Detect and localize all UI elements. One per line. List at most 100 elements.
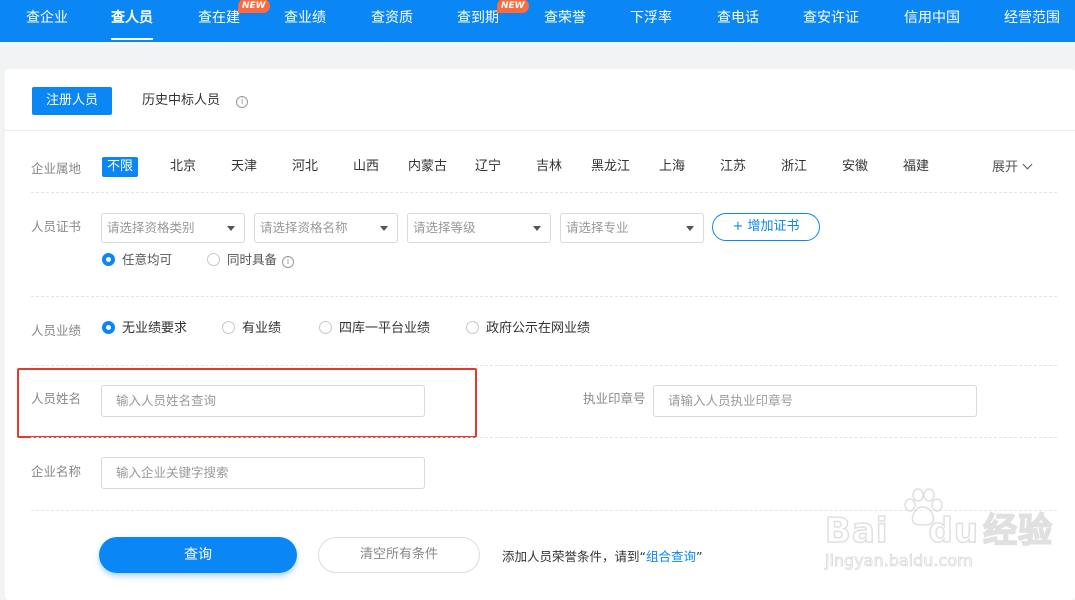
- caret-down-icon: [533, 226, 541, 231]
- nav-label: 下浮率: [630, 10, 672, 26]
- tab-historical-winners[interactable]: 历史中标人员 i: [142, 87, 249, 115]
- caret-down-icon: [227, 226, 235, 231]
- radio-no-performance[interactable]: 无业绩要求: [102, 321, 187, 337]
- clear-all-button[interactable]: 清空所有条件: [318, 537, 480, 573]
- nav-item-safety-license[interactable]: 查安许证: [803, 0, 859, 42]
- radio-has-performance[interactable]: 有业绩: [222, 321, 281, 337]
- radio-dot: [102, 321, 115, 334]
- region-option[interactable]: 北京: [170, 157, 196, 177]
- nav-item-qualification[interactable]: 查资质: [371, 0, 413, 42]
- cert-major-select[interactable]: 请选择专业: [560, 213, 704, 243]
- seal-number-input[interactable]: 请输入人员执业印章号: [653, 385, 977, 417]
- radio-dot: [207, 253, 220, 266]
- tab-registered-personnel[interactable]: 注册人员: [32, 87, 112, 115]
- company-name-label: 企业名称: [31, 464, 82, 479]
- divider: [31, 192, 1057, 193]
- nav-label: 查资质: [371, 10, 413, 26]
- select-placeholder: 请选择资格类别: [107, 220, 195, 235]
- chevron-down-icon: [1022, 159, 1033, 170]
- nav-label: 经营范围: [1004, 10, 1060, 26]
- nav-item-phone[interactable]: 查电话: [717, 0, 759, 42]
- nav-item-discount-rate[interactable]: 下浮率: [630, 0, 672, 42]
- region-option[interactable]: 黑龙江: [591, 157, 630, 177]
- region-option[interactable]: 天津: [231, 157, 257, 177]
- new-badge: NEW: [238, 0, 270, 13]
- input-placeholder: 输入企业关键字搜索: [116, 465, 229, 480]
- nav-label: 查安许证: [803, 10, 859, 26]
- nav-item-under-construction[interactable]: 查在建 NEW: [198, 0, 270, 42]
- nav-item-personnel[interactable]: 查人员: [111, 0, 153, 42]
- tab-bar: 注册人员 历史中标人员 i: [5, 69, 1075, 131]
- radio-label: 政府公示在网业绩: [486, 321, 591, 336]
- expand-label: 展开: [992, 160, 1019, 175]
- radio-four-libraries[interactable]: 四库一平台业绩: [319, 321, 430, 337]
- radio-government-public[interactable]: 政府公示在网业绩: [466, 321, 590, 337]
- region-option[interactable]: 山西: [353, 157, 379, 177]
- nav-item-business-scope[interactable]: 经营范围: [1004, 0, 1060, 42]
- nav-item-honor[interactable]: 查荣誉: [544, 0, 586, 42]
- region-option[interactable]: 吉林: [536, 157, 562, 177]
- nav-item-company[interactable]: 查企业: [26, 0, 68, 42]
- nav-item-credit-china[interactable]: 信用中国: [904, 0, 960, 42]
- new-badge: NEW: [497, 0, 529, 13]
- radio-label: 四库一平台业绩: [339, 321, 431, 336]
- select-placeholder: 请选择资格名称: [260, 220, 348, 235]
- hint-prefix: 添加人员荣誉条件，请到“: [502, 549, 646, 564]
- seal-number-label: 执业印章号: [583, 391, 646, 406]
- radio-label: 无业绩要求: [122, 321, 188, 336]
- caret-down-icon: [380, 226, 388, 231]
- nav-label: 查荣誉: [544, 10, 586, 26]
- info-circle-icon[interactable]: i: [236, 96, 249, 108]
- radio-label: 任意均可: [122, 252, 173, 267]
- divider: [31, 437, 1057, 438]
- select-placeholder: 请选择专业: [566, 220, 629, 235]
- nav-label: 查业绩: [284, 10, 326, 26]
- region-option[interactable]: 河北: [292, 157, 318, 177]
- wm-brand-part: 经验: [982, 510, 1054, 552]
- radio-label: 有业绩: [242, 321, 282, 336]
- top-nav: 查企业 查人员 查在建 NEW 查业绩 查资质 查到期 NEW 查荣誉 下浮率 查电…: [0, 0, 1075, 42]
- region-option[interactable]: 浙江: [781, 157, 807, 177]
- divider: [31, 365, 1057, 366]
- baidu-watermark: Bai du 经验 jingyan.baidu.com: [824, 487, 1053, 582]
- watermark-url: jingyan.baidu.com: [825, 551, 973, 571]
- region-option[interactable]: 安徽: [842, 157, 868, 177]
- radio-dot: [466, 321, 479, 334]
- radio-any-cert[interactable]: 任意均可: [102, 252, 172, 268]
- query-button[interactable]: 查询: [99, 537, 297, 573]
- select-placeholder: 请选择等级: [413, 220, 476, 235]
- cert-level-select[interactable]: 请选择等级: [407, 213, 551, 243]
- cert-label: 人员证书: [31, 219, 82, 234]
- annotation-highlight: [17, 368, 477, 438]
- region-option[interactable]: 内蒙古: [408, 157, 447, 177]
- radio-label: 同时具备: [227, 252, 278, 267]
- nav-item-expiry[interactable]: 查到期 NEW: [457, 0, 529, 42]
- add-certificate-button[interactable]: + 增加证书: [712, 213, 820, 241]
- radio-dot: [102, 253, 115, 266]
- region-option[interactable]: 福建: [903, 157, 929, 177]
- combined-query-hint: 添加人员荣誉条件，请到“组合查询”: [502, 546, 702, 565]
- nav-label: 信用中国: [904, 10, 960, 26]
- nav-item-performance[interactable]: 查业绩: [284, 0, 326, 42]
- cert-category-select[interactable]: 请选择资格类别: [101, 213, 245, 243]
- caret-down-icon: [686, 226, 694, 231]
- divider: [31, 296, 1057, 297]
- info-circle-icon[interactable]: i: [282, 256, 295, 268]
- radio-all-certs[interactable]: 同时具备 i: [207, 252, 295, 268]
- region-option[interactable]: 江苏: [720, 157, 746, 177]
- wm-brand-part: Bai: [824, 510, 889, 552]
- radio-dot: [319, 321, 332, 334]
- region-option-any[interactable]: 不限: [102, 157, 139, 177]
- region-option[interactable]: 上海: [659, 157, 685, 177]
- expand-toggle[interactable]: 展开: [992, 156, 1033, 175]
- company-name-input[interactable]: 输入企业关键字搜索: [101, 457, 425, 489]
- nav-label: 查企业: [26, 10, 68, 26]
- hint-suffix: ”: [696, 549, 703, 564]
- combined-query-link[interactable]: 组合查询: [646, 549, 696, 564]
- nav-label: 查在建: [198, 10, 240, 26]
- nav-label: 查人员: [111, 10, 153, 26]
- tab-label: 历史中标人员: [142, 93, 221, 108]
- cert-name-select[interactable]: 请选择资格名称: [254, 213, 398, 243]
- nav-label: 查电话: [717, 10, 759, 26]
- region-option[interactable]: 辽宁: [475, 157, 501, 177]
